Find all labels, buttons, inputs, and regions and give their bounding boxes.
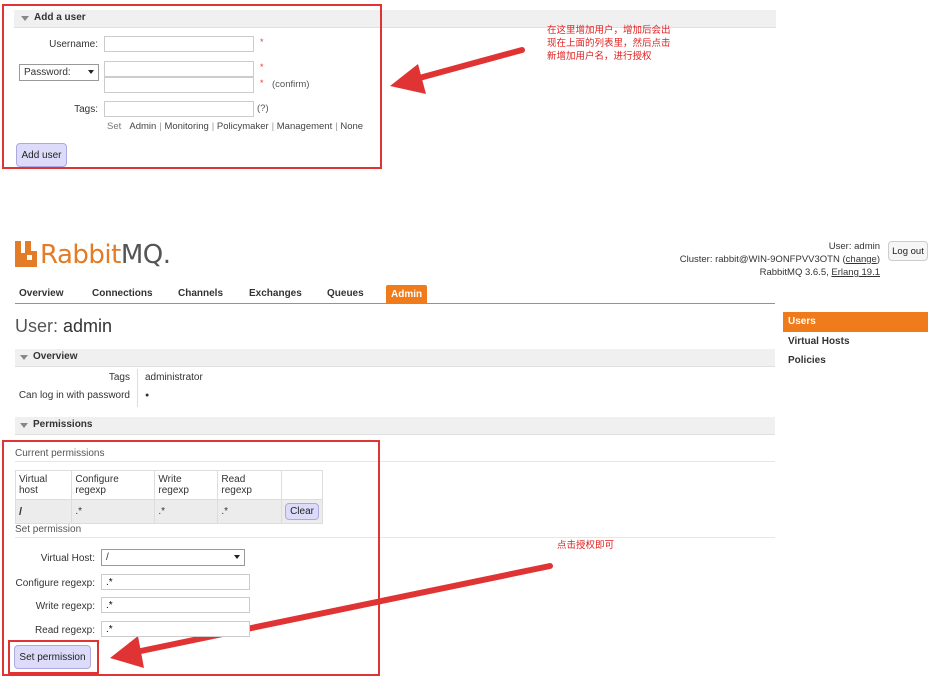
configure-regexp-input[interactable] (101, 574, 250, 590)
page-title-prefix: User: (15, 316, 59, 336)
cell-read: .* (217, 499, 283, 524)
column-header: Virtual host (14, 470, 73, 500)
tab-connections[interactable]: Connections (92, 288, 153, 299)
divider (15, 461, 775, 462)
login-label: Can log in with password (18, 390, 130, 401)
permissions-table: Virtual host Configure regexp Write rege… (14, 470, 323, 524)
overview-section-header[interactable] (15, 349, 775, 367)
set-permission-title: Set permission (15, 524, 82, 535)
logo-mq: MQ. (120, 240, 171, 270)
page-title-name: admin (63, 316, 113, 336)
clear-permission-button[interactable]: Clear (285, 503, 319, 520)
chevron-down-icon (234, 555, 240, 559)
tags-value: administrator (145, 372, 203, 383)
user-name: admin (854, 241, 880, 252)
header-cluster-info: Cluster: rabbit@WIN-9ONFPVV3OTN (change) (679, 254, 880, 265)
tags-label: Tags (108, 372, 130, 383)
write-regexp-label: Write regexp: (35, 601, 95, 612)
table-row: / .* .* .* Clear (14, 499, 323, 524)
cluster-label: Cluster: (679, 254, 713, 265)
vhost-label: Virtual Host: (40, 553, 95, 564)
tab-queues[interactable]: Queues (327, 288, 364, 299)
permissions-section-title: Permissions (33, 419, 93, 430)
collapse-triangle-icon[interactable] (20, 355, 28, 360)
nav-underline (15, 303, 775, 304)
page-title: User: admin (15, 316, 112, 337)
rabbitmq-logo-text: RabbitMQ. (40, 240, 171, 270)
divider (137, 369, 138, 407)
cell-action: Clear (281, 499, 323, 524)
tab-exchanges[interactable]: Exchanges (249, 288, 302, 299)
vhost-select-value: / (106, 552, 109, 563)
read-regexp-input[interactable] (101, 621, 250, 637)
cell-configure: .* (71, 499, 156, 524)
current-permissions-title: Current permissions (15, 448, 105, 459)
sidebar-item-virtual-hosts[interactable]: Virtual Hosts (783, 336, 928, 347)
column-header: Configure regexp (71, 470, 156, 500)
collapse-triangle-icon[interactable] (20, 423, 28, 428)
column-header-action (281, 470, 323, 500)
logo-rabbit: Rabbit (40, 240, 121, 270)
rabbitmq-version: RabbitMQ 3.6.5, (759, 267, 829, 278)
overview-section-title: Overview (33, 351, 78, 362)
erlang-version: Erlang 19.1 (831, 267, 880, 278)
set-permission-button[interactable]: Set permission (14, 645, 91, 669)
permissions-section-header[interactable] (15, 417, 775, 435)
divider (15, 537, 775, 538)
cell-vhost: / (14, 499, 73, 524)
column-header: Write regexp (154, 470, 219, 500)
tab-channels[interactable]: Channels (178, 288, 223, 299)
column-header: Read regexp (217, 470, 283, 500)
cell-write: .* (154, 499, 219, 524)
configure-regexp-label: Configure regexp: (15, 578, 96, 589)
login-value: ● (145, 392, 150, 399)
tab-overview[interactable]: Overview (19, 288, 63, 299)
vhost-select[interactable]: / (101, 549, 245, 566)
header-user-info: User: admin (829, 241, 880, 252)
read-regexp-label: Read regexp: (34, 625, 95, 636)
sidebar-item-users[interactable]: Users (783, 312, 928, 332)
write-regexp-input[interactable] (101, 597, 250, 613)
logout-button[interactable]: Log out (888, 241, 928, 261)
tab-admin[interactable]: Admin (386, 285, 428, 304)
header-version-info: RabbitMQ 3.6.5, Erlang 19.1 (760, 267, 880, 278)
arrow-top-icon (390, 47, 525, 94)
cluster-name: rabbit@WIN-9ONFPVV3OTN (715, 254, 840, 265)
rabbitmq-logo-icon (15, 241, 37, 267)
user-label: User: (828, 241, 852, 252)
annotation-set-permission: 点击授权即可 (557, 540, 615, 551)
sidebar-item-policies[interactable]: Policies (783, 355, 928, 366)
cluster-change-link[interactable]: change (846, 254, 877, 265)
